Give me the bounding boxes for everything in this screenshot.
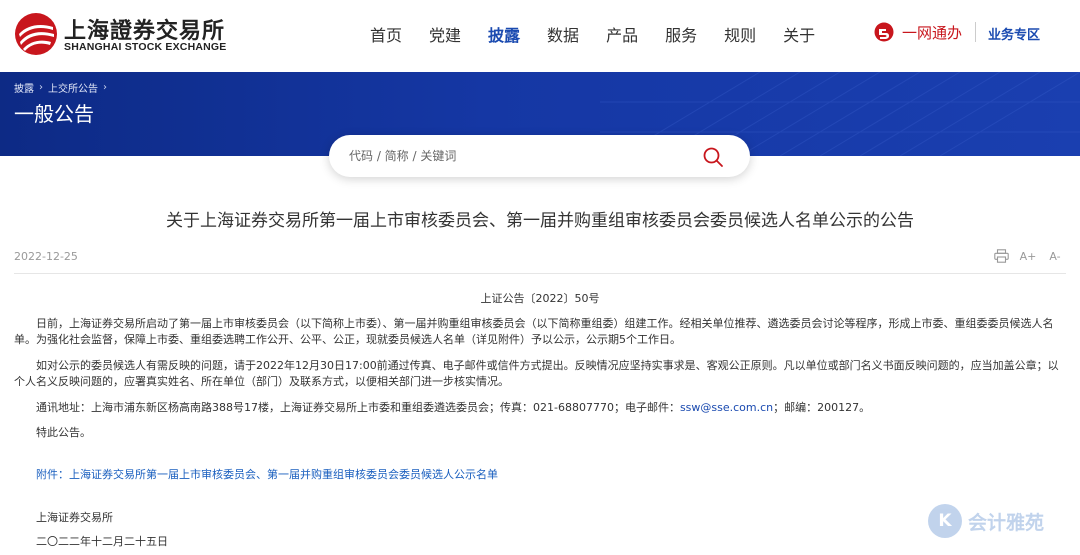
signature-date: 二〇二二年十二月二十五日 [36, 535, 168, 548]
title-divider [14, 273, 1066, 274]
business-zone-link[interactable]: 业务专区 [988, 24, 1040, 43]
watermark-text: 会计雅苑 [968, 511, 1045, 534]
main-nav: 首页 党建 披露 数据 产品 服务 规则 关于 [370, 22, 842, 45]
breadcrumb-disclosure[interactable]: 披露 [14, 80, 34, 95]
nav-services[interactable]: 服务 [665, 22, 697, 45]
watermark: K 会计雅苑 [928, 503, 1076, 539]
page-title: 一般公告 [14, 102, 94, 126]
contact-email[interactable]: ssw@sse.com.cn [680, 401, 773, 414]
search-box [329, 135, 750, 177]
body-paragraph-closing: 特此公告。 [14, 425, 1066, 441]
watermark-logo-icon: K [928, 504, 962, 538]
body-paragraph-1-text: 日前，上海证券交易所启动了第一届上市审核委员会（以下简称上市委）、第一届并购重组… [14, 317, 1054, 346]
font-decrease-button[interactable]: A- [1046, 248, 1064, 264]
one-stop-service-icon [874, 22, 894, 42]
document-number: 上证公告〔2022〕50号 [480, 292, 600, 305]
contact-prefix: 通讯地址：上海市浦东新区杨高南路388号17楼，上海证券交易所上市委和重组委遴选… [36, 401, 680, 414]
breadcrumb-chevron-icon: › [103, 82, 107, 93]
search-icon[interactable] [702, 146, 724, 168]
nav-rules[interactable]: 规则 [724, 22, 756, 45]
body-paragraph-2: 如对公示的委员候选人有需反映的问题，请于2022年12月30日17:00前通过传… [14, 358, 1066, 390]
nav-home[interactable]: 首页 [370, 22, 402, 45]
body-paragraph-2-text: 如对公示的委员候选人有需反映的问题，请于2022年12月30日17:00前通过传… [14, 359, 1059, 388]
attachment-link[interactable]: 附件：上海证券交易所第一届上市审核委员会、第一届并购重组审核委员会委员候选人公示… [36, 466, 498, 482]
one-stop-service-link[interactable]: 一网通办 [874, 20, 962, 44]
breadcrumb-chevron-icon: › [39, 82, 43, 93]
article-tools: A+ A- [992, 248, 1064, 264]
breadcrumb: 披露 › 上交所公告 › [14, 80, 112, 95]
sse-logo-icon [15, 13, 57, 55]
print-icon [993, 249, 1009, 263]
article-title: 关于上海证券交易所第一届上市审核委员会、第一届并购重组审核委员会委员候选人名单公… [166, 211, 914, 231]
one-stop-service-label: 一网通办 [902, 23, 963, 42]
closing-text: 特此公告。 [36, 426, 91, 439]
nav-about[interactable]: 关于 [783, 22, 815, 45]
header-divider [975, 22, 976, 42]
nav-disclosure[interactable]: 披露 [488, 22, 520, 45]
body-paragraph-1: 日前，上海证券交易所启动了第一届上市审核委员会（以下简称上市委）、第一届并购重组… [14, 316, 1066, 348]
nav-products[interactable]: 产品 [606, 22, 638, 45]
signature-organization: 上海证券交易所 [36, 511, 113, 524]
breadcrumb-sse-announcements[interactable]: 上交所公告 [48, 80, 98, 95]
body-paragraph-contact: 通讯地址：上海市浦东新区杨高南路388号17楼，上海证券交易所上市委和重组委遴选… [14, 400, 1066, 416]
print-button[interactable] [992, 248, 1010, 264]
article-date: 2022-12-25 [14, 250, 78, 263]
contact-suffix: ；邮编：200127。 [773, 401, 871, 414]
nav-data[interactable]: 数据 [547, 22, 579, 45]
sse-logo[interactable]: 上海證券交易所 SHANGHAI STOCK EXCHANGE [14, 12, 227, 56]
nav-party[interactable]: 党建 [429, 22, 461, 45]
search-input[interactable] [349, 145, 689, 167]
site-header: 上海證券交易所 SHANGHAI STOCK EXCHANGE 首页 党建 披露… [0, 0, 1080, 72]
logo-english-name: SHANGHAI STOCK EXCHANGE [64, 41, 227, 53]
font-increase-button[interactable]: A+ [1019, 248, 1037, 264]
